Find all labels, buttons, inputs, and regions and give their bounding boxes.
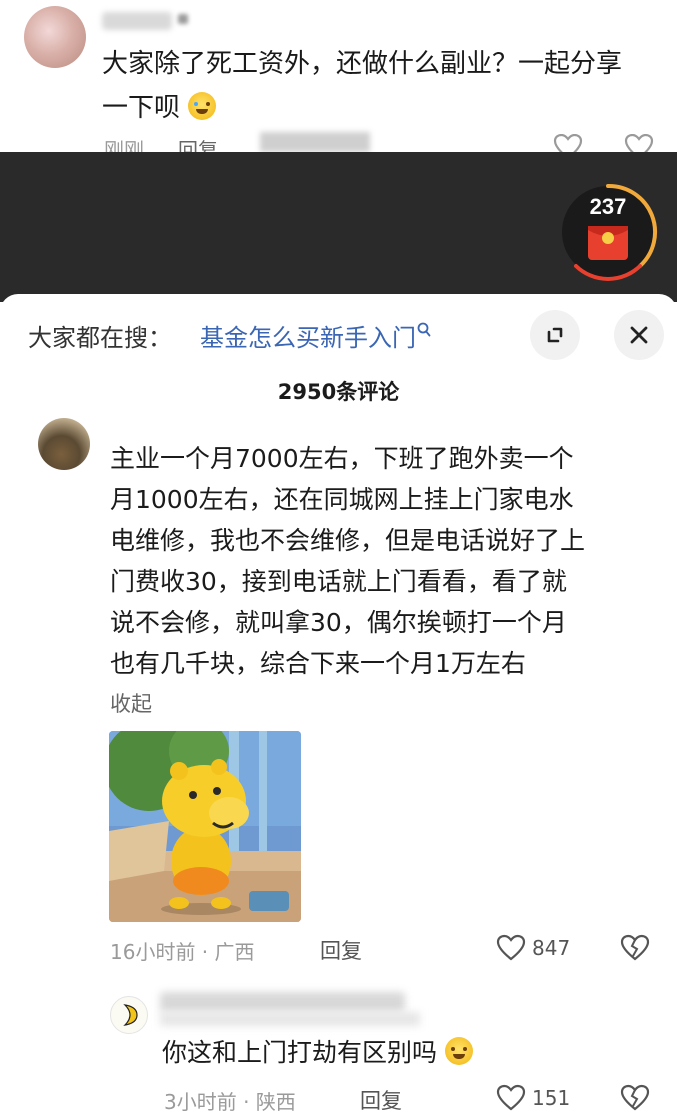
reply-meta: 3小时前 · 陕西 [164, 1086, 296, 1115]
like-count: 847 [532, 936, 571, 960]
comment-meta: 16小时前 · 广西 [110, 936, 255, 965]
blurred-author-tag [260, 132, 370, 152]
like-count: 151 [532, 1086, 571, 1110]
comment-line: 说不会修，就叫拿30，偶尔挨顿打一个月 [110, 608, 567, 637]
dislike-icon[interactable] [620, 1084, 650, 1112]
blurred-username [102, 12, 172, 30]
trending-search-label: 大家都在搜： [28, 324, 172, 352]
expand-icon [547, 327, 563, 343]
comment-line: 也有几千块，综合下来一个月1万左右 [110, 649, 526, 678]
avatar[interactable] [24, 6, 86, 68]
comment-time: 16小时前 [110, 940, 196, 964]
post-time: 刚刚 [104, 138, 144, 152]
dislike-icon[interactable] [620, 934, 650, 962]
red-packet-count: 237 [589, 194, 627, 219]
comment-line: 门费收30，接到电话就上门看看，看了就 [110, 567, 567, 596]
post-text-line: 一下呗 [102, 93, 181, 123]
original-post: 大家除了死工资外，还做什么副业？一起分享 一下呗 刚刚 回复 [0, 0, 677, 152]
reply-location: 陕西 [255, 1090, 296, 1114]
moon-icon [123, 1004, 138, 1026]
reply-text-content: 你这和上门打劫有区别吗 [162, 1038, 438, 1067]
heart-icon[interactable] [553, 134, 583, 152]
broken-heart-icon[interactable] [624, 134, 654, 152]
meta-separator: · [195, 940, 215, 964]
collapse-button[interactable]: 收起 [110, 688, 152, 718]
expand-button[interactable] [530, 310, 580, 360]
heart-icon[interactable] [496, 934, 526, 962]
trending-search-link[interactable]: 基金怎么买新手入门 [200, 318, 431, 353]
close-button[interactable] [614, 310, 664, 360]
avatar[interactable] [110, 996, 148, 1034]
search-icon [417, 322, 431, 337]
crying-laugh-emoji-icon [188, 92, 217, 120]
comment-line: 电维修，我也不会维修，但是电话说好了上 [110, 526, 586, 555]
close-icon [630, 326, 648, 344]
sticker-image[interactable] [109, 731, 301, 922]
reply-text: 你这和上门打劫有区别吗 [162, 1034, 473, 1072]
reply-button[interactable]: 回复 [320, 935, 362, 965]
comment-location: 广西 [214, 940, 255, 964]
smirk-emoji-icon [444, 1037, 473, 1065]
post-reply-button[interactable]: 回复 [178, 134, 218, 152]
heart-icon[interactable] [496, 1084, 526, 1112]
post-text: 大家除了死工资外，还做什么副业？一起分享 一下呗 [102, 42, 652, 130]
blurred-badge [178, 14, 188, 24]
meta-separator: · [236, 1090, 256, 1114]
trending-search-term[interactable]: 基金怎么买新手入门 [200, 324, 416, 352]
comment-text: 主业一个月7000左右，下班了跑外卖一个 月1000左右，还在同城网上挂上门家电… [110, 438, 655, 684]
avatar[interactable] [38, 418, 90, 470]
post-text-line: 大家除了死工资外，还做什么副业？一起分享 [102, 49, 623, 79]
comment-count-title: 2950条评论 [277, 380, 400, 404]
comment-line: 月1000左右，还在同城网上挂上门家电水 [110, 485, 574, 514]
blurred-username [160, 1012, 420, 1026]
reply-button[interactable]: 回复 [360, 1085, 402, 1115]
blurred-username [160, 992, 405, 1012]
red-packet-widget[interactable]: 237 [556, 182, 660, 282]
comment-line: 主业一个月7000左右，下班了跑外卖一个 [110, 444, 574, 473]
reply-time: 3小时前 [164, 1090, 237, 1114]
